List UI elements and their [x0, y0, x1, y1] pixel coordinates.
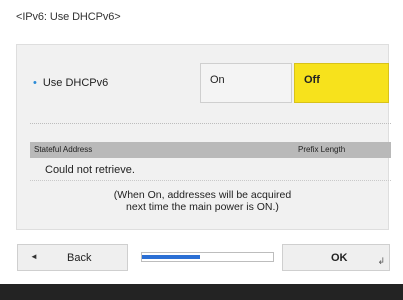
- info-note: (When On, addresses will be acquired nex…: [30, 189, 375, 213]
- note-line-1: (When On, addresses will be acquired: [113, 189, 292, 201]
- row-divider: [30, 180, 391, 181]
- back-label: Back: [67, 252, 92, 264]
- progress-fill: [142, 255, 200, 259]
- divider: [30, 123, 391, 124]
- use-dhcpv6-text: Use DHCPv6: [42, 77, 109, 89]
- stateful-address-header: Stateful Address: [34, 145, 93, 154]
- ok-label: OK: [331, 252, 348, 264]
- back-button[interactable]: ◄ Back: [17, 244, 128, 271]
- footer-bar: [0, 284, 403, 300]
- progress-bar: [141, 252, 274, 262]
- bullet-icon: •: [33, 77, 37, 89]
- ok-button[interactable]: OK ↲: [282, 244, 390, 271]
- note-line-2: next time the main power is ON.): [126, 201, 279, 213]
- left-triangle-icon: ◄: [30, 252, 38, 261]
- page-title: <IPv6: Use DHCPv6>: [16, 11, 121, 23]
- option-on-button[interactable]: On: [200, 63, 292, 103]
- use-dhcpv6-label: • Use DHCPv6: [33, 77, 108, 89]
- stateful-address-value: Could not retrieve.: [45, 164, 135, 176]
- option-off-button[interactable]: Off: [294, 63, 389, 103]
- table-header: Stateful Address Prefix Length: [30, 142, 391, 158]
- enter-return-icon: ↲: [377, 256, 385, 266]
- prefix-length-header: Prefix Length: [298, 145, 346, 154]
